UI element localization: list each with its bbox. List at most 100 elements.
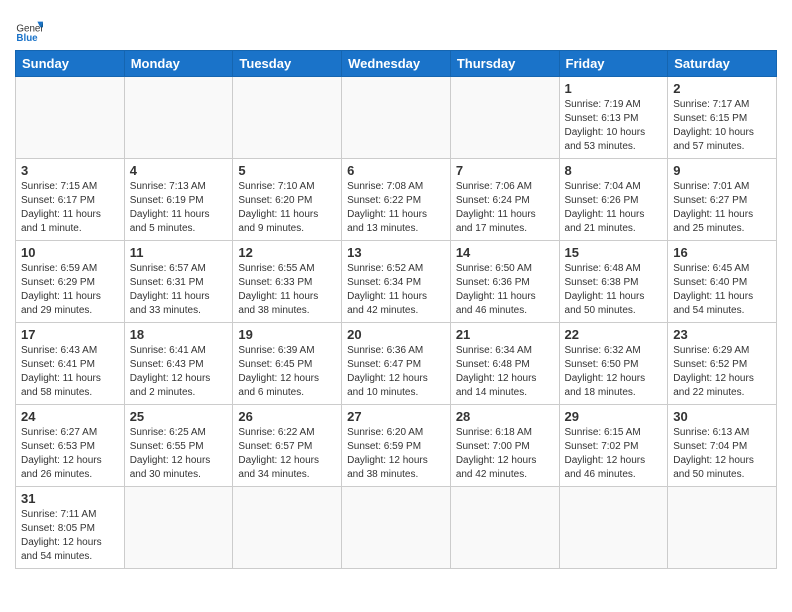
day-number: 14 xyxy=(456,245,554,260)
calendar-cell-4-1: 25 Sunrise: 6:25 AM Sunset: 6:55 PM Dayli… xyxy=(124,405,233,487)
logo: General Blue xyxy=(15,10,47,44)
day-number: 30 xyxy=(673,409,771,424)
day-info: Sunrise: 6:48 AM Sunset: 6:38 PM Dayligh… xyxy=(565,262,663,318)
calendar-cell-3-6: 23Sunrise: 6:29 AM Sunset: 6:52 PM Dayli… xyxy=(668,323,777,405)
weekday-saturday: Saturday xyxy=(668,51,777,77)
calendar-cell-1-6: 9Sunrise: 7:01 AM Sunset: 6:27 PM Daylig… xyxy=(668,159,777,241)
day-number: 21 xyxy=(456,327,554,342)
day-number: 6 xyxy=(347,163,445,178)
day-number: 29 xyxy=(565,409,663,424)
day-number: 25 xyxy=(130,409,228,424)
day-number: 12 xyxy=(238,245,336,260)
week-row-1: 1 Sunrise: 7:19 AM Sunset: 6:13 PM Daylig… xyxy=(16,77,777,159)
day-number: 20 xyxy=(347,327,445,342)
day-info: Sunrise: 6:59 AM Sunset: 6:29 PM Dayligh… xyxy=(21,262,119,318)
day-number: 8 xyxy=(565,163,663,178)
day-number: 3 xyxy=(21,163,119,178)
calendar-cell-3-4: 21 Sunrise: 6:34 AM Sunset: 6:48 PM Dayli… xyxy=(450,323,559,405)
day-number: 10 xyxy=(21,245,119,260)
day-number: 2 xyxy=(673,81,771,96)
calendar-cell-4-6: 30 Sunrise: 6:13 AM Sunset: 7:04 PM Dayli… xyxy=(668,405,777,487)
day-number: 16 xyxy=(673,245,771,260)
calendar-table: SundayMondayTuesdayWednesdayThursdayFrid… xyxy=(15,50,777,569)
day-number: 1 xyxy=(565,81,663,96)
calendar-cell-2-1: 11Sunrise: 6:57 AM Sunset: 6:31 PM Dayli… xyxy=(124,241,233,323)
weekday-tuesday: Tuesday xyxy=(233,51,342,77)
page-header: General Blue xyxy=(15,10,777,44)
calendar-cell-0-5: 1 Sunrise: 7:19 AM Sunset: 6:13 PM Daylig… xyxy=(559,77,668,159)
day-info: Sunrise: 6:45 AM Sunset: 6:40 PM Dayligh… xyxy=(673,262,771,318)
calendar-cell-0-2 xyxy=(233,77,342,159)
calendar-cell-4-4: 28 Sunrise: 6:18 AM Sunset: 7:00 PM Dayli… xyxy=(450,405,559,487)
calendar-cell-2-0: 10 Sunrise: 6:59 AM Sunset: 6:29 PM Dayli… xyxy=(16,241,125,323)
day-info: Sunrise: 6:36 AM Sunset: 6:47 PM Dayligh… xyxy=(347,344,445,400)
day-info: Sunrise: 6:18 AM Sunset: 7:00 PM Dayligh… xyxy=(456,426,554,482)
calendar-cell-4-5: 29 Sunrise: 6:15 AM Sunset: 7:02 PM Dayli… xyxy=(559,405,668,487)
day-info: Sunrise: 6:55 AM Sunset: 6:33 PM Dayligh… xyxy=(238,262,336,318)
calendar-cell-4-2: 26Sunrise: 6:22 AM Sunset: 6:57 PM Dayli… xyxy=(233,405,342,487)
calendar-cell-5-1 xyxy=(124,487,233,569)
day-info: Sunrise: 7:10 AM Sunset: 6:20 PM Dayligh… xyxy=(238,180,336,236)
calendar-cell-2-4: 14 Sunrise: 6:50 AM Sunset: 6:36 PM Dayli… xyxy=(450,241,559,323)
day-info: Sunrise: 6:13 AM Sunset: 7:04 PM Dayligh… xyxy=(673,426,771,482)
calendar-cell-1-3: 6 Sunrise: 7:08 AM Sunset: 6:22 PM Daylig… xyxy=(342,159,451,241)
week-row-2: 3 Sunrise: 7:15 AM Sunset: 6:17 PM Daylig… xyxy=(16,159,777,241)
day-info: Sunrise: 6:20 AM Sunset: 6:59 PM Dayligh… xyxy=(347,426,445,482)
calendar-cell-0-6: 2Sunrise: 7:17 AM Sunset: 6:15 PM Daylig… xyxy=(668,77,777,159)
calendar-cell-2-5: 15 Sunrise: 6:48 AM Sunset: 6:38 PM Dayli… xyxy=(559,241,668,323)
week-row-4: 17Sunrise: 6:43 AM Sunset: 6:41 PM Dayli… xyxy=(16,323,777,405)
calendar-cell-2-6: 16 Sunrise: 6:45 AM Sunset: 6:40 PM Dayli… xyxy=(668,241,777,323)
day-number: 26 xyxy=(238,409,336,424)
day-info: Sunrise: 6:41 AM Sunset: 6:43 PM Dayligh… xyxy=(130,344,228,400)
calendar-cell-0-1 xyxy=(124,77,233,159)
day-info: Sunrise: 6:25 AM Sunset: 6:55 PM Dayligh… xyxy=(130,426,228,482)
calendar-cell-0-3 xyxy=(342,77,451,159)
day-number: 18 xyxy=(130,327,228,342)
day-info: Sunrise: 6:52 AM Sunset: 6:34 PM Dayligh… xyxy=(347,262,445,318)
svg-text:Blue: Blue xyxy=(16,33,38,44)
day-info: Sunrise: 7:11 AM Sunset: 8:05 PM Dayligh… xyxy=(21,508,119,564)
day-number: 7 xyxy=(456,163,554,178)
calendar-cell-0-0 xyxy=(16,77,125,159)
weekday-monday: Monday xyxy=(124,51,233,77)
weekday-header-row: SundayMondayTuesdayWednesdayThursdayFrid… xyxy=(16,51,777,77)
calendar-cell-1-4: 7Sunrise: 7:06 AM Sunset: 6:24 PM Daylig… xyxy=(450,159,559,241)
calendar-cell-5-5 xyxy=(559,487,668,569)
calendar-cell-2-3: 13Sunrise: 6:52 AM Sunset: 6:34 PM Dayli… xyxy=(342,241,451,323)
calendar-cell-3-0: 17Sunrise: 6:43 AM Sunset: 6:41 PM Dayli… xyxy=(16,323,125,405)
calendar-cell-5-0: 31Sunrise: 7:11 AM Sunset: 8:05 PM Dayli… xyxy=(16,487,125,569)
calendar-cell-5-3 xyxy=(342,487,451,569)
weekday-friday: Friday xyxy=(559,51,668,77)
day-info: Sunrise: 7:13 AM Sunset: 6:19 PM Dayligh… xyxy=(130,180,228,236)
calendar-cell-4-0: 24Sunrise: 6:27 AM Sunset: 6:53 PM Dayli… xyxy=(16,405,125,487)
day-info: Sunrise: 7:19 AM Sunset: 6:13 PM Dayligh… xyxy=(565,98,663,154)
calendar-cell-5-6 xyxy=(668,487,777,569)
calendar-cell-3-3: 20 Sunrise: 6:36 AM Sunset: 6:47 PM Dayli… xyxy=(342,323,451,405)
calendar-cell-5-4 xyxy=(450,487,559,569)
day-info: Sunrise: 6:34 AM Sunset: 6:48 PM Dayligh… xyxy=(456,344,554,400)
weekday-thursday: Thursday xyxy=(450,51,559,77)
day-info: Sunrise: 6:50 AM Sunset: 6:36 PM Dayligh… xyxy=(456,262,554,318)
calendar-cell-2-2: 12 Sunrise: 6:55 AM Sunset: 6:33 PM Dayli… xyxy=(233,241,342,323)
day-number: 4 xyxy=(130,163,228,178)
calendar-cell-1-0: 3 Sunrise: 7:15 AM Sunset: 6:17 PM Daylig… xyxy=(16,159,125,241)
day-info: Sunrise: 7:04 AM Sunset: 6:26 PM Dayligh… xyxy=(565,180,663,236)
day-number: 19 xyxy=(238,327,336,342)
day-number: 5 xyxy=(238,163,336,178)
day-number: 15 xyxy=(565,245,663,260)
weekday-wednesday: Wednesday xyxy=(342,51,451,77)
calendar-cell-1-5: 8 Sunrise: 7:04 AM Sunset: 6:26 PM Daylig… xyxy=(559,159,668,241)
day-info: Sunrise: 7:08 AM Sunset: 6:22 PM Dayligh… xyxy=(347,180,445,236)
day-info: Sunrise: 6:39 AM Sunset: 6:45 PM Dayligh… xyxy=(238,344,336,400)
day-info: Sunrise: 7:15 AM Sunset: 6:17 PM Dayligh… xyxy=(21,180,119,236)
calendar-cell-3-1: 18 Sunrise: 6:41 AM Sunset: 6:43 PM Dayli… xyxy=(124,323,233,405)
day-info: Sunrise: 6:32 AM Sunset: 6:50 PM Dayligh… xyxy=(565,344,663,400)
day-number: 24 xyxy=(21,409,119,424)
day-info: Sunrise: 7:01 AM Sunset: 6:27 PM Dayligh… xyxy=(673,180,771,236)
day-number: 22 xyxy=(565,327,663,342)
day-info: Sunrise: 6:15 AM Sunset: 7:02 PM Dayligh… xyxy=(565,426,663,482)
day-number: 28 xyxy=(456,409,554,424)
calendar-cell-0-4 xyxy=(450,77,559,159)
calendar-cell-3-5: 22 Sunrise: 6:32 AM Sunset: 6:50 PM Dayli… xyxy=(559,323,668,405)
weekday-sunday: Sunday xyxy=(16,51,125,77)
